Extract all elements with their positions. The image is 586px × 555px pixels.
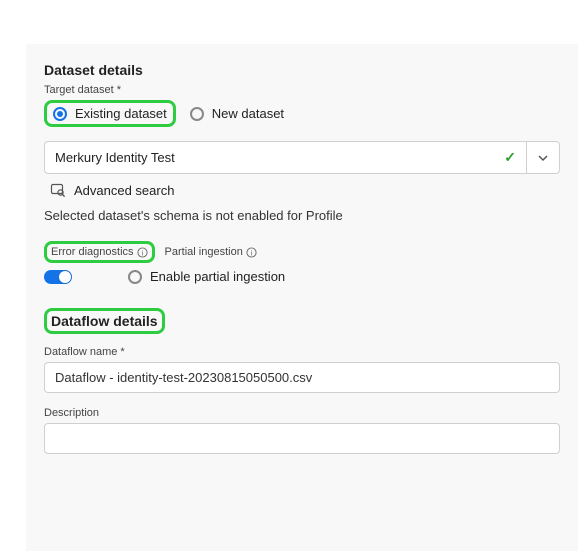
dataflow-name-label: Dataflow name [44,346,560,358]
dataflow-details-title: Dataflow details [51,313,158,329]
target-dataset-radios: Existing dataset New dataset [44,100,560,127]
existing-dataset-radio[interactable]: Existing dataset [53,106,167,121]
svg-text:i: i [251,248,253,257]
radio-icon [190,107,204,121]
dataset-select-dropdown-button[interactable] [526,141,560,174]
info-icon[interactable]: i [246,247,257,258]
highlight-existing-dataset: Existing dataset [44,100,176,127]
radio-icon [128,270,142,284]
dataflow-name-input[interactable] [44,362,560,393]
advanced-search-icon [50,182,66,198]
details-panel: Dataset details Target dataset Existing … [26,44,578,551]
dataset-select-main: Merkury Identity Test ✓ [44,141,526,174]
partial-ingestion-label: Partial ingestion i [165,246,257,258]
existing-dataset-label: Existing dataset [75,106,167,121]
checkmark-icon: ✓ [504,149,516,166]
highlight-dataflow-details: Dataflow details [44,308,165,334]
svg-text:i: i [141,248,143,257]
new-dataset-label: New dataset [212,106,284,121]
error-diagnostics-toggle[interactable] [44,270,72,284]
advanced-search-link[interactable]: Advanced search [50,182,560,198]
info-icon[interactable]: i [137,247,148,258]
error-diagnostics-label: Error diagnostics i [51,246,148,258]
highlight-error-diagnostics: Error diagnostics i [44,241,155,263]
dataset-select-value: Merkury Identity Test [55,150,175,165]
partial-ingestion-control[interactable]: Enable partial ingestion [128,269,285,284]
diagnostics-labels-row: Error diagnostics i Partial ingestion i [44,241,560,263]
schema-profile-note: Selected dataset's schema is not enabled… [44,208,560,223]
description-input[interactable] [44,423,560,454]
dataset-select[interactable]: Merkury Identity Test ✓ [44,141,560,174]
new-dataset-radio[interactable]: New dataset [190,106,284,121]
target-dataset-label: Target dataset [44,84,560,96]
radio-icon [53,107,67,121]
advanced-search-label: Advanced search [74,183,174,198]
diagnostics-controls-row: Enable partial ingestion [44,269,560,284]
dataset-details-title: Dataset details [44,62,560,78]
chevron-down-icon [538,153,548,163]
enable-partial-label: Enable partial ingestion [150,269,285,284]
description-label: Description [44,407,560,419]
